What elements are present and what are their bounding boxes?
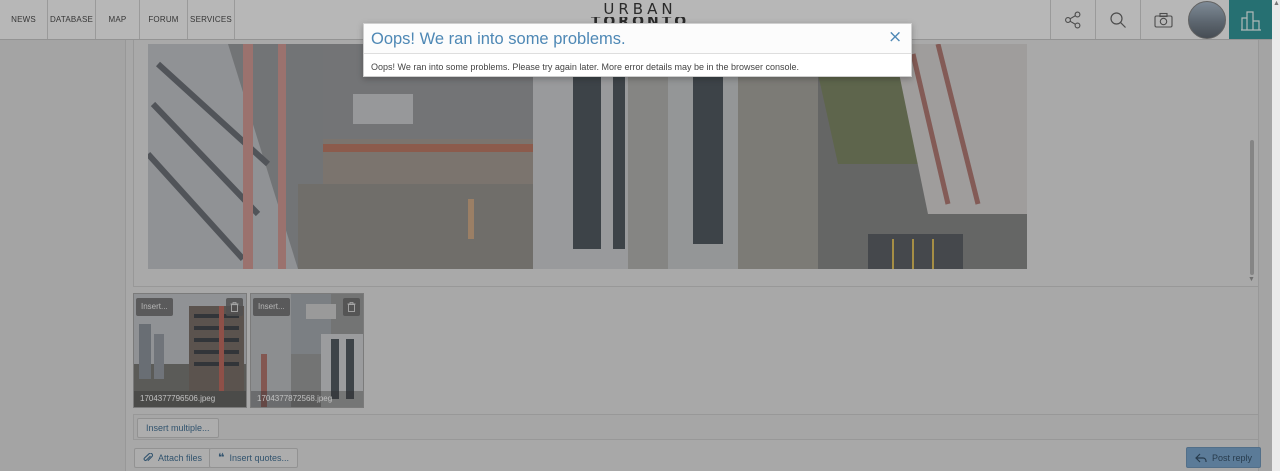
dialog-message: Oops! We ran into some problems. Please … — [371, 62, 800, 72]
error-dialog: Oops! We ran into some problems. × Oops!… — [363, 23, 912, 77]
dialog-header: Oops! We ran into some problems. × — [364, 24, 911, 54]
dialog-title: Oops! We ran into some problems. — [371, 30, 626, 48]
page-scrollbar[interactable]: ▲ — [1272, 0, 1280, 471]
chevron-up-icon[interactable]: ▲ — [1273, 0, 1280, 7]
close-icon[interactable]: × — [888, 29, 902, 46]
